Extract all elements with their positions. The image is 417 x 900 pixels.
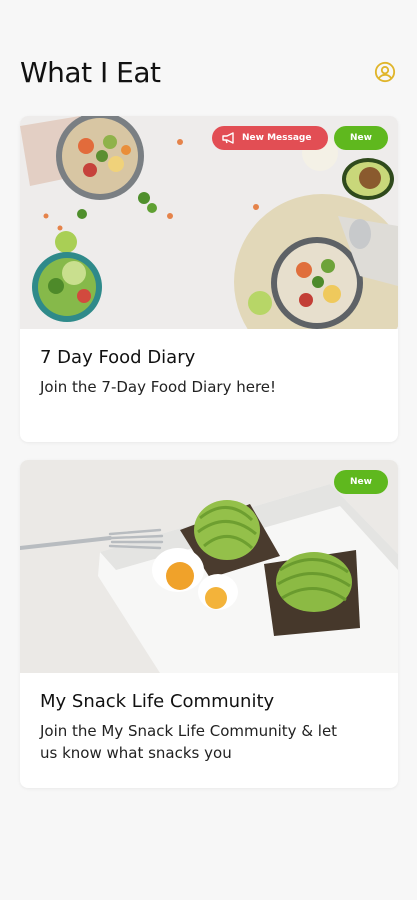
new-message-badge[interactable]: New Message (212, 126, 328, 150)
megaphone-icon (222, 132, 234, 144)
profile-button[interactable] (373, 60, 397, 84)
page-title: What I Eat (20, 55, 161, 89)
app-header: What I Eat (20, 52, 397, 92)
snack-community-card[interactable]: New My Snack Life Community Join the My … (20, 460, 398, 788)
card-title: My Snack Life Community (40, 691, 275, 712)
card-title: 7 Day Food Diary (40, 347, 196, 368)
food-diary-card[interactable]: New Message New 7 Day Food Diary Join th… (20, 116, 398, 442)
card-description: Join the 7-Day Food Diary here! (40, 378, 277, 396)
card-description: Join the My Snack Life Community & let u… (40, 722, 338, 762)
avocado-toast-photo: New (20, 460, 398, 673)
user-circle-icon (374, 61, 396, 83)
new-badge: New (334, 470, 388, 494)
new-badge: New (334, 126, 388, 150)
bowls-of-salad-photo: New Message New (20, 116, 398, 329)
new-message-label: New Message (242, 133, 312, 143)
status-bar (0, 0, 417, 44)
